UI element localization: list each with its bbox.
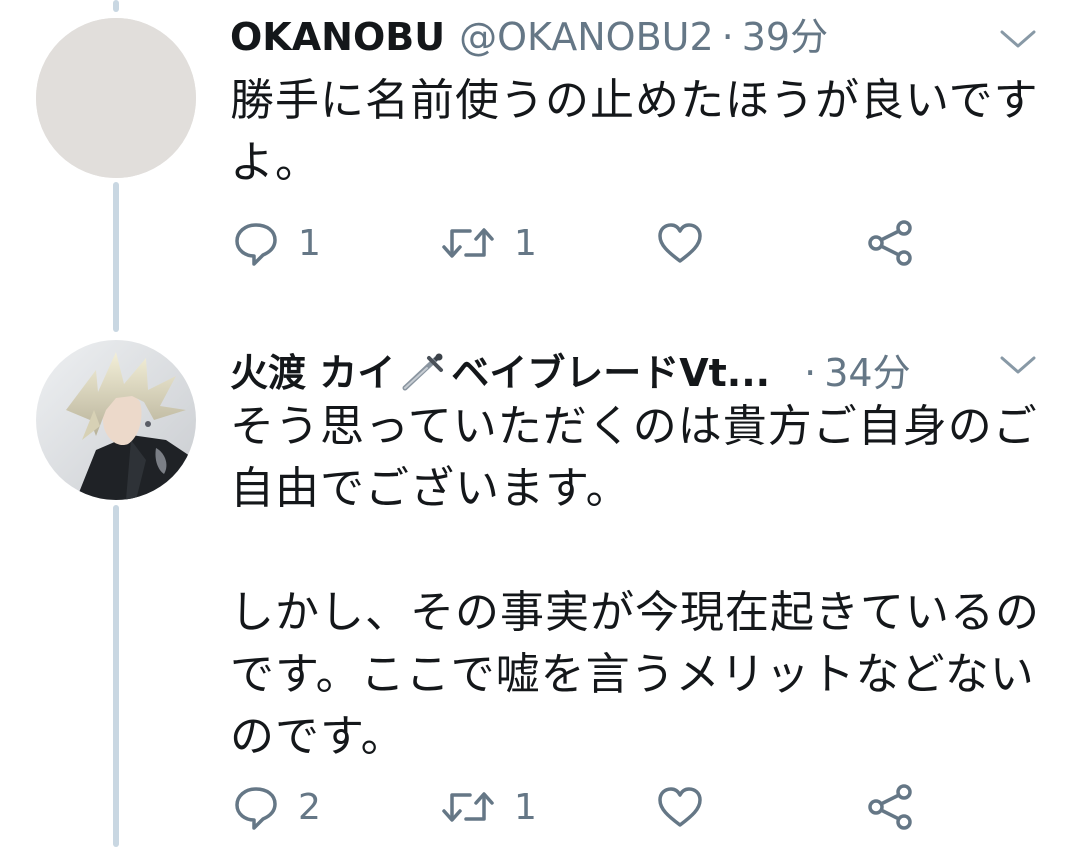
tweet-actions: 2 1	[232, 782, 952, 832]
like-button[interactable]	[656, 782, 704, 832]
chevron-down-icon[interactable]	[998, 350, 1038, 380]
thread-line	[113, 0, 119, 12]
reply-count: 2	[298, 786, 321, 828]
tweet-text-line	[230, 520, 1050, 582]
share-button[interactable]	[866, 782, 916, 832]
timestamp[interactable]: 34分	[824, 354, 910, 392]
retweet-button[interactable]: 1	[440, 218, 537, 268]
thread-line	[113, 505, 119, 847]
avatar[interactable]	[36, 340, 196, 500]
tweet-text-line: よ。	[230, 137, 320, 188]
heart-icon	[656, 783, 704, 831]
thread-line	[113, 182, 119, 332]
chevron-down-icon[interactable]	[998, 24, 1038, 54]
tweet-text-line: です。ここで嘘を言うメリットなどない	[230, 649, 1035, 700]
display-name-suffix[interactable]: ベイブレードVt...	[451, 354, 770, 392]
reply-icon	[232, 219, 280, 267]
separator-dot: ·	[721, 15, 734, 59]
retweet-icon	[440, 219, 496, 267]
tweet-text: そう思っていただくのは貴方ご自身のご 自由でございます。 しかし、その事実が今現…	[230, 396, 1050, 768]
tweet-text-line: そう思っていただくのは貴方ご自身のご	[230, 401, 1038, 452]
timestamp[interactable]: 39分	[742, 18, 828, 56]
retweet-button[interactable]: 1	[440, 782, 537, 832]
tweet-header: 火渡 カイ ベイブレードVt... · 34分	[230, 346, 911, 392]
display-name[interactable]: 火渡 カイ	[230, 354, 395, 392]
tweet-text-line: しかし、その事実が今現在起きているの	[230, 587, 1040, 638]
tweet-text: 勝手に名前使うの止めたほうが良いです よ。	[230, 70, 1050, 194]
retweet-count: 1	[514, 786, 537, 828]
tweet-header: OKANOBU @OKANOBU2 · 39分	[230, 18, 828, 56]
share-button[interactable]	[866, 218, 916, 268]
tweet-text-line: のです。	[230, 711, 406, 762]
handle[interactable]: @OKANOBU2	[459, 18, 714, 56]
tweet-actions: 1 1	[232, 218, 952, 268]
tweet-text-line: 勝手に名前使うの止めたほうが良いです	[230, 75, 1039, 126]
share-icon	[866, 782, 916, 832]
retweet-count: 1	[514, 222, 537, 264]
tweet-text-line: 自由でございます。	[230, 463, 631, 514]
reply-icon	[232, 783, 280, 831]
reply-button[interactable]: 2	[232, 782, 321, 832]
avatar[interactable]	[36, 18, 196, 178]
display-name[interactable]: OKANOBU	[230, 18, 445, 56]
retweet-icon	[440, 783, 496, 831]
heart-icon	[656, 219, 704, 267]
reply-count: 1	[298, 222, 321, 264]
like-button[interactable]	[656, 218, 704, 268]
reply-button[interactable]: 1	[232, 218, 321, 268]
share-icon	[866, 218, 916, 268]
dagger-icon	[399, 352, 447, 392]
separator-dot: ·	[804, 351, 817, 395]
